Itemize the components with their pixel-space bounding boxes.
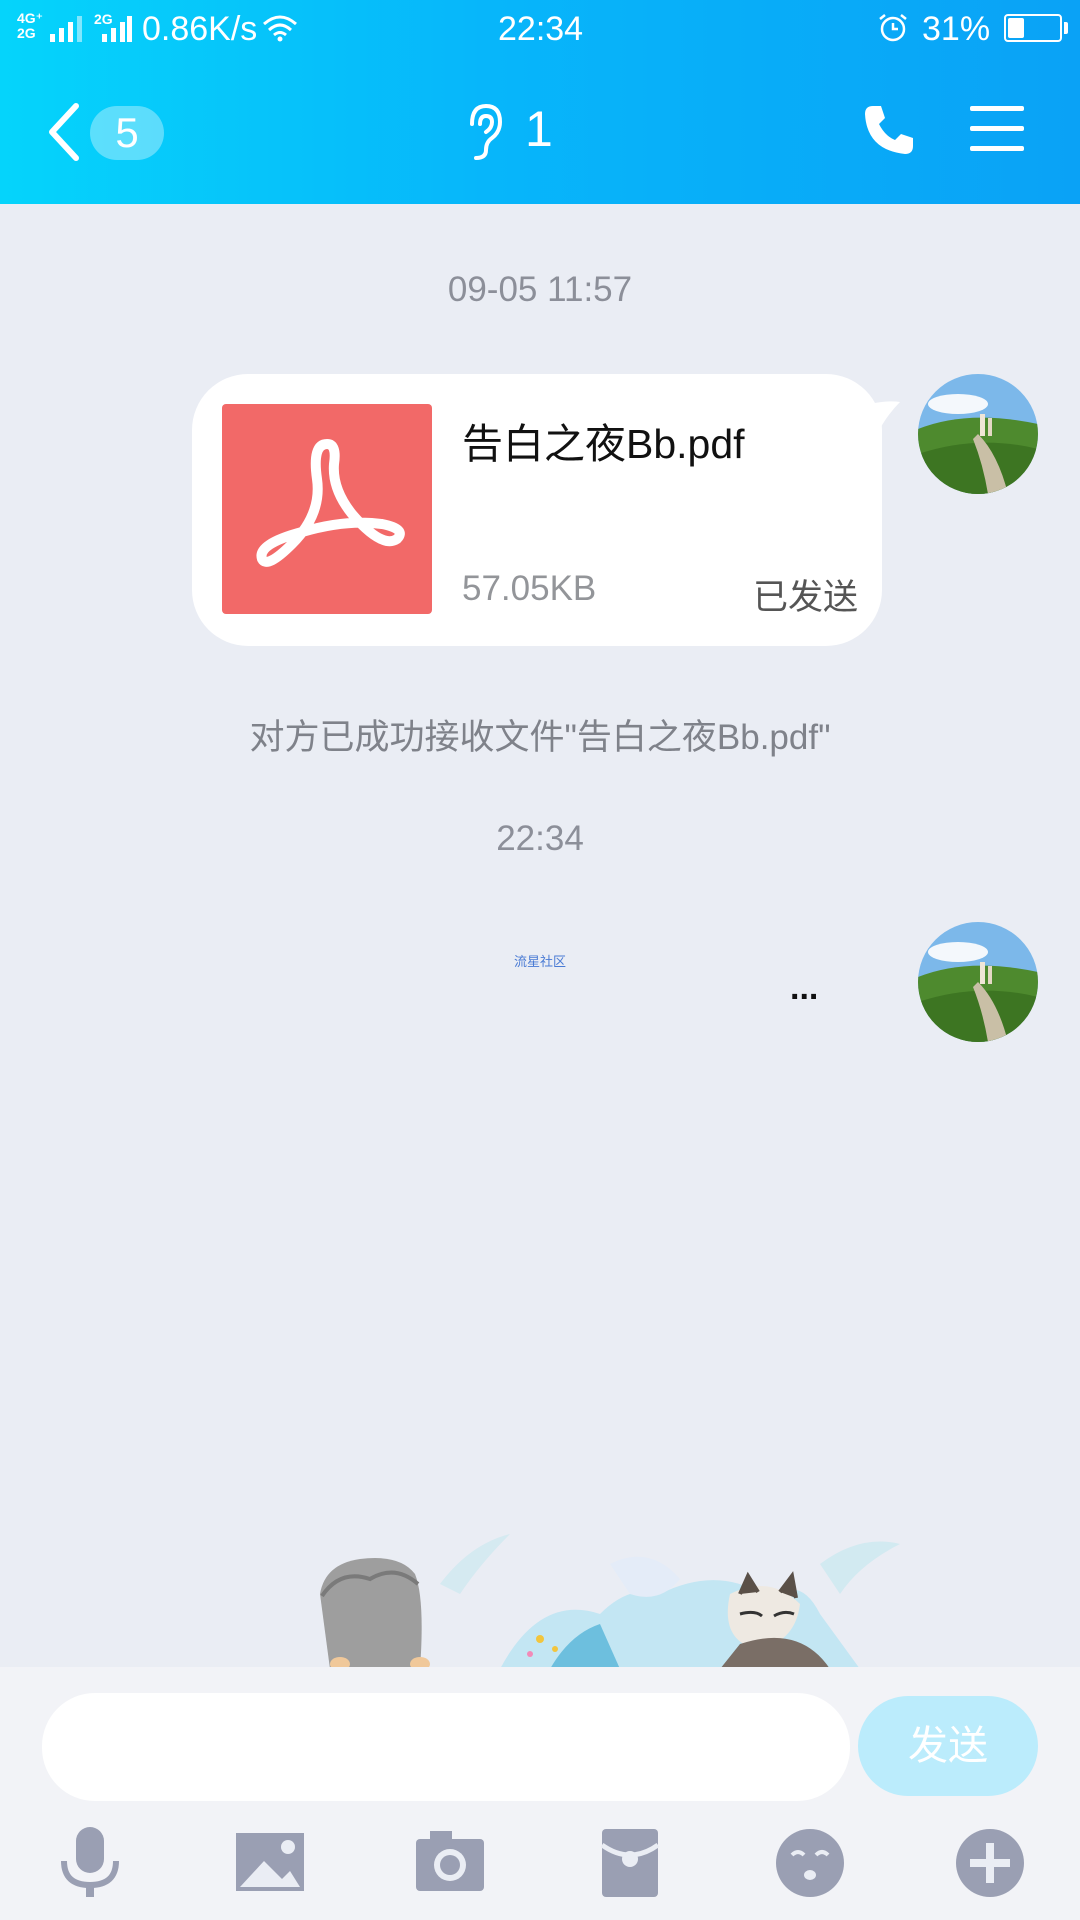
battery-percent: 31%	[922, 10, 991, 48]
bubble-tail	[870, 401, 900, 436]
pdf-icon	[256, 439, 405, 567]
message-list[interactable]: 09-05 11:57 告白之夜Bb.pdf 57.05KB 已发送 对方已成功…	[0, 204, 1080, 1669]
watermark-text: 流星社区	[514, 954, 567, 969]
composer: 发送	[0, 1667, 1080, 1920]
alarm-icon	[879, 14, 907, 42]
file-received-notice: 对方已成功接收文件"告白之夜Bb.pdf"	[249, 718, 831, 757]
microphone-icon[interactable]	[50, 1823, 130, 1903]
unread-badge[interactable]: 5	[90, 106, 164, 160]
ear-icon[interactable]	[462, 102, 506, 162]
chat-title: 1	[525, 101, 553, 157]
file-message-bubble[interactable]: 告白之夜Bb.pdf 57.05KB 已发送	[192, 374, 882, 646]
phone-icon[interactable]	[861, 102, 917, 158]
camera-icon[interactable]	[410, 1823, 490, 1903]
title-bar: 4G⁺ 2G 2G 0.86K/s 22:34 31% 5 1	[0, 0, 1080, 204]
file-size: 57.05KB	[462, 569, 597, 608]
menu-icon[interactable]	[970, 104, 1024, 154]
network-speed: 0.86K/s	[142, 10, 258, 48]
red-packet-icon[interactable]	[590, 1823, 670, 1903]
file-name: 告白之夜Bb.pdf	[462, 421, 745, 467]
network-type-top: 4G⁺	[17, 10, 44, 26]
wifi-icon	[263, 15, 297, 42]
signal-icon-2	[102, 16, 132, 42]
battery-level	[1008, 18, 1024, 38]
message-timestamp: 22:34	[496, 819, 584, 858]
signal-icon-1	[50, 16, 82, 42]
network-type-bottom: 2G	[17, 25, 36, 41]
pdf-thumbnail	[222, 404, 432, 614]
clock: 22:34	[498, 10, 584, 48]
send-button[interactable]: 发送	[858, 1696, 1038, 1796]
message-input[interactable]	[42, 1693, 850, 1801]
message-timestamp: 09-05 11:57	[447, 270, 633, 309]
emoji-icon[interactable]	[770, 1823, 850, 1903]
status-bar: 4G⁺ 2G 2G 0.86K/s 22:34 31%	[0, 0, 1080, 56]
file-status: 已发送	[752, 578, 858, 617]
battery-icon	[1004, 14, 1068, 42]
avatar[interactable]	[918, 374, 1038, 494]
typing-indicator: ...	[790, 969, 819, 1007]
back-arrow-icon[interactable]	[44, 102, 84, 162]
plus-icon[interactable]	[950, 1823, 1030, 1903]
avatar[interactable]	[918, 922, 1038, 1042]
chat-background-decoration	[320, 1534, 900, 1669]
nav-bar: 5 1	[0, 56, 1080, 204]
image-icon[interactable]	[230, 1823, 310, 1903]
